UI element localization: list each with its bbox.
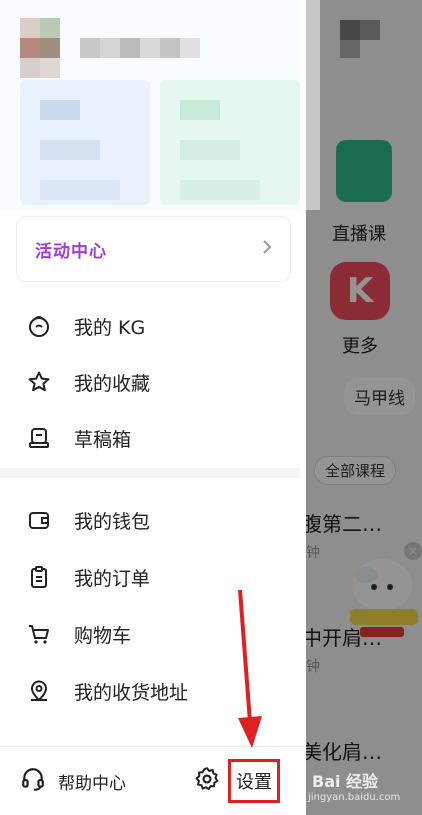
menu-item-label: 我的订单 — [74, 567, 151, 590]
wallet-icon — [26, 507, 52, 533]
menu-item-label: 我的收藏 — [74, 372, 151, 395]
menu-item-label: 购物车 — [74, 624, 132, 647]
activity-center-title: 活动中心 — [35, 241, 107, 262]
menu-item-label: 我的钱包 — [74, 510, 151, 533]
menu-item-favorites[interactable]: 我的收藏 — [0, 360, 300, 404]
headset-icon — [20, 766, 46, 796]
baidu-watermark: Bai 经验 — [312, 772, 379, 791]
profile-header-blurred — [0, 0, 300, 210]
menu-item-label: 我的 KG — [74, 316, 146, 339]
menu-item-wallet[interactable]: 我的钱包 — [0, 498, 300, 542]
kg-badge-icon — [26, 313, 52, 339]
chevron-right-icon — [262, 239, 272, 260]
help-center-label: 帮助中心 — [58, 773, 126, 794]
location-icon — [26, 678, 52, 704]
menu-item-label: 草稿箱 — [74, 428, 132, 451]
settings-label: 设置 — [228, 759, 280, 803]
menu-item-label: 我的收货地址 — [74, 681, 189, 704]
settings-button[interactable]: 设置 — [194, 759, 280, 803]
menu-item-orders[interactable]: 我的订单 — [0, 555, 300, 599]
menu-item-my-kg[interactable]: 我的 KG — [0, 304, 300, 348]
help-center-button[interactable]: 帮助中心 — [20, 766, 126, 796]
gear-icon — [194, 766, 220, 796]
menu-item-cart[interactable]: 购物车 — [0, 612, 300, 656]
star-icon — [26, 369, 52, 395]
section-divider — [0, 468, 300, 478]
drawer-bottom-bar: 帮助中心 设置 — [0, 747, 306, 815]
watermark-url: jingyan.baidu.com — [308, 792, 401, 803]
side-drawer: 活动中心 我的 KG 我的收藏 草稿箱 我的钱包 我的订单 购物车 我的收货地址… — [0, 0, 306, 815]
menu-item-address[interactable]: 我的收货地址 — [0, 669, 300, 713]
activity-center-card[interactable]: 活动中心 — [16, 216, 291, 282]
order-icon — [26, 564, 52, 590]
menu-item-drafts[interactable]: 草稿箱 — [0, 416, 300, 460]
drafts-icon — [26, 425, 52, 451]
cart-icon — [26, 621, 52, 647]
